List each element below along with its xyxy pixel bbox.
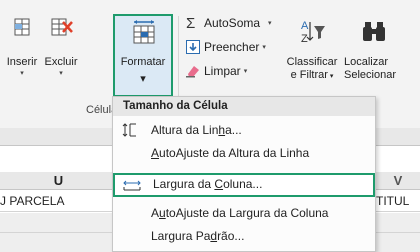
autofit-col-accel: u [159,206,166,220]
cell-titulo[interactable]: TITUL [376,190,420,212]
chevron-down-icon: ▾ [20,70,24,77]
autofit-row-post: utoAjuste da Altura da Linha [159,146,310,160]
autofit-row-accel: A [151,146,160,160]
fill-down-icon [186,40,200,54]
clear-button[interactable]: Limpar ▾ [186,62,247,80]
clear-label: Limpar [204,64,241,78]
default-width-pre: Largura Pa [151,229,211,243]
autosum-button[interactable]: Σ AutoSoma ▾ [186,14,272,32]
column-header-v[interactable]: V [376,172,420,190]
find-label-2: Selecionar [344,69,396,81]
autofit-col-pre: A [151,206,160,220]
menu-item-autofit-column-width[interactable]: AutoAjuste da Largura da Coluna [113,202,375,224]
chevron-down-icon: ▾ [59,70,63,77]
binoculars-icon [363,22,385,41]
chevron-down-icon: ▾ [262,44,266,51]
row-height-icon [122,123,136,137]
column-width-post: oluna... [223,177,263,191]
column-width-pre: Largura da [153,177,215,191]
column-header-u[interactable]: U [0,172,118,190]
menu-item-column-width[interactable]: Largura da Coluna... [113,173,375,197]
menu-item-autofit-row-height[interactable]: AutoAjuste da Altura da Linha [113,142,375,164]
column-width-icon [123,180,141,191]
autofit-col-post: toAjuste da Largura da Coluna [165,206,329,220]
cell-size-section-title: Tamanho da Célula [113,97,375,116]
svg-text:A: A [301,20,309,32]
delete-label: Excluir [44,56,78,68]
delete-cells-icon [51,18,73,36]
fill-button[interactable]: Preencher ▾ [186,38,266,56]
delete-button[interactable]: Excluir ▾ [40,18,82,98]
format-label: Formatar [120,56,166,68]
cell-parcela-text: J PARCELA [0,194,65,208]
eraser-icon [186,66,199,78]
autosum-label: AutoSoma [204,16,261,30]
sort-filter-label-1: Classificar [286,56,338,68]
menu-item-row-height[interactable]: Altura da Linha... [113,119,375,141]
cell-parcela[interactable]: J PARCELA [0,190,118,212]
svg-text:Z: Z [301,33,308,44]
column-header-v-label: V [393,173,403,188]
sort-filter-button[interactable]: A Z Classificar e Filtrar ▾ [284,18,340,98]
find-select-button[interactable]: Localizar Selecionar [342,18,420,98]
column-header-u-label: U [53,173,64,188]
insert-cells-icon [14,18,30,36]
format-button[interactable]: Formatar ▾ [113,14,173,97]
row-height-post: a... [225,123,242,137]
fill-label: Preencher [204,40,260,54]
chevron-down-icon: ▾ [268,20,272,27]
insert-label: Inserir [6,56,38,68]
cell-titulo-text: TITUL [376,194,410,208]
chevron-down-icon: ▾ [327,73,334,80]
default-width-post: rão... [217,229,245,243]
format-cells-icon [133,20,155,44]
menu-item-default-width[interactable]: Largura Padrão... [113,225,375,247]
find-label-1: Localizar [344,56,389,68]
chevron-down-icon: ▾ [140,73,146,85]
sort-filter-label-2-row: e Filtrar ▾ [284,69,340,83]
format-dropdown-menu: Tamanho da Célula Altura da Linha... Aut… [112,96,376,252]
chevron-down-icon: ▾ [243,68,248,75]
sort-filter-icon: A Z [301,20,325,44]
insert-button[interactable]: Inserir ▾ [4,18,40,98]
sort-filter-label-2: e Filtrar [290,69,328,81]
column-width-accel: C [214,177,224,191]
row-height-pre: Altura da Lin [151,123,219,137]
sigma-icon: Σ [186,14,196,32]
